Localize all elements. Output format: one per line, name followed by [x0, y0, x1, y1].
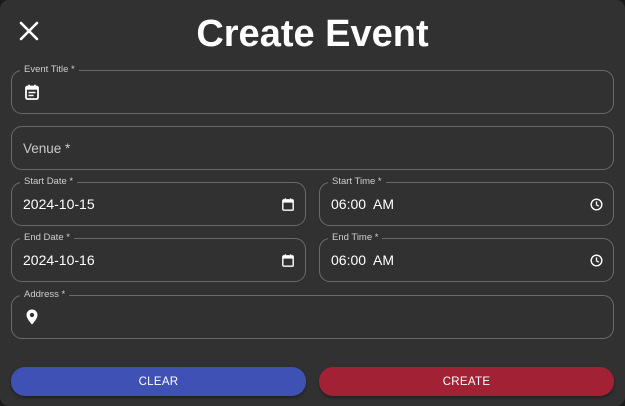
dialog-title: Create Event [196, 13, 429, 55]
calendar-icon[interactable] [281, 197, 295, 211]
create-button-label: CREATE [442, 375, 491, 388]
location-pin-icon [24, 309, 40, 325]
calendar-event-icon [24, 84, 40, 100]
create-button[interactable]: CREATE [319, 367, 614, 396]
start-date-field[interactable]: Start Date * 2024-10-15 [11, 176, 306, 226]
venue-field[interactable]: Venue * [11, 126, 614, 170]
venue-placeholder: Venue * [23, 140, 71, 156]
address-label: Address * [20, 289, 70, 301]
clock-icon[interactable] [589, 253, 603, 267]
end-time-value: 06:00 AM [331, 252, 395, 268]
start-time-value: 06:00 AM [331, 196, 395, 212]
clock-icon[interactable] [589, 197, 603, 211]
clear-button-label: CLEAR [138, 375, 179, 388]
end-date-field[interactable]: End Date * 2024-10-16 [11, 232, 306, 282]
start-time-field[interactable]: Start Time * 06:00 AM [319, 176, 614, 226]
calendar-icon[interactable] [281, 253, 295, 267]
end-date-value: 2024-10-16 [23, 252, 95, 268]
create-event-dialog: Create Event Event Title * Venue * Start… [0, 0, 625, 406]
end-time-field[interactable]: End Time * 06:00 AM [319, 232, 614, 282]
clear-button[interactable]: CLEAR [11, 367, 306, 396]
event-title-field[interactable]: Event Title * [11, 64, 614, 114]
address-field[interactable]: Address * [11, 289, 614, 339]
start-date-value: 2024-10-15 [23, 196, 95, 212]
event-title-label: Event Title * [20, 64, 79, 76]
